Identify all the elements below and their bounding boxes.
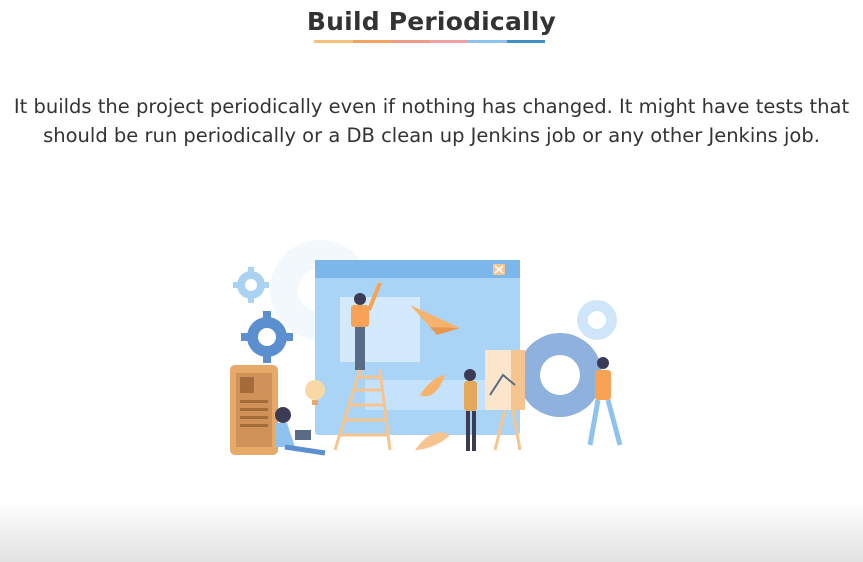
small-gear-icon-top-right (577, 300, 617, 340)
document-clipboard-icon (230, 365, 278, 455)
slide-title: Build Periodically (306, 7, 557, 36)
title-underline (314, 40, 545, 43)
slide: Build Periodically It builds the project… (0, 0, 863, 562)
title-container: Build Periodically (0, 4, 863, 40)
small-gear-icon-top-left (233, 267, 269, 303)
slide-body-text: It builds the project periodically even … (13, 95, 850, 147)
large-gear-icon-right (518, 333, 602, 417)
team-building-website-illustration (230, 240, 623, 456)
woman-standing (464, 369, 477, 451)
bottom-gradient (0, 502, 863, 562)
